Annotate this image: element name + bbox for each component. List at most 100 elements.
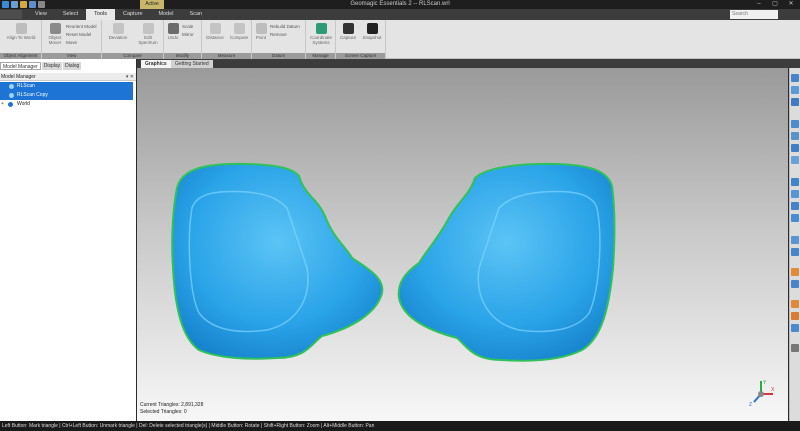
view-tool-icon[interactable] (791, 236, 799, 244)
ribbon-group-screen-capture: Capture Snapshot Screen Capture (336, 20, 386, 59)
tab-scan[interactable]: Scan (182, 9, 211, 20)
view-tool-icon[interactable] (791, 280, 799, 288)
coordinate-systems-button[interactable]: Coordinate Systems (307, 23, 335, 45)
graphics-viewport[interactable] (137, 68, 788, 421)
display-tool-icon[interactable] (791, 268, 799, 276)
scale-button[interactable]: Scale (182, 24, 193, 29)
close-button[interactable]: ✕ (786, 0, 796, 9)
align-world-icon (15, 23, 27, 34)
minimize-button[interactable]: – (754, 0, 764, 9)
scan-mesh-left[interactable] (171, 162, 384, 360)
distance-icon (209, 23, 221, 34)
rebuild-datum-button[interactable]: Rebuild Datum (270, 24, 300, 29)
tab-getting-started[interactable]: Getting Started (171, 60, 213, 68)
mesh-icon (9, 93, 14, 98)
view-tool-icon[interactable] (791, 178, 799, 186)
camera-icon (366, 23, 378, 34)
tab-view[interactable]: View (27, 9, 55, 20)
reset-model-button[interactable]: Reset Model (66, 32, 91, 37)
view-tool-icon[interactable] (791, 98, 799, 106)
mesh-icon (9, 84, 14, 89)
capture-button[interactable]: Capture (337, 23, 359, 40)
view-tool-icon[interactable] (791, 324, 799, 332)
object-mover-icon (49, 23, 61, 34)
view-tool-icon[interactable] (791, 202, 799, 210)
view-tool-icon[interactable] (791, 74, 799, 82)
document-tabs: Graphics Getting Started (137, 59, 800, 68)
distance-button[interactable]: Distance (203, 23, 227, 40)
view-tool-icon[interactable] (791, 190, 799, 198)
snapshot-button[interactable]: Snapshot (361, 23, 383, 40)
panel-header: Model Manager ▾ ✕ (0, 73, 136, 81)
tree-item-world[interactable]: + World (0, 100, 133, 109)
tab-display[interactable]: Display (41, 62, 63, 70)
compute-icon (233, 23, 245, 34)
view-tool-icon[interactable] (791, 214, 799, 222)
ribbon-group-compare: Deviation Edit Spectrum Compare (102, 20, 164, 59)
open-folder-icon[interactable] (20, 1, 27, 8)
status-bar: Left Button: Mark triangle | Ctrl+Left B… (0, 421, 800, 431)
expand-icon[interactable]: + (1, 100, 4, 109)
ribbon-group-modify: Undo Scale Mirror Modify (164, 20, 202, 59)
mirror-button[interactable]: Mirror (182, 32, 194, 37)
ribbon-group-measure: Distance Compute Measure (202, 20, 252, 59)
view-tool-icon[interactable] (791, 248, 799, 256)
new-file-icon[interactable] (11, 1, 18, 8)
undo-button[interactable]: Undo (165, 23, 181, 40)
view-tool-icon[interactable] (791, 144, 799, 152)
tab-capture[interactable]: Capture (115, 9, 151, 20)
edit-spectrum-button[interactable]: Edit Spectrum (134, 23, 162, 45)
remove-button[interactable]: Remove (270, 32, 287, 37)
align-to-world-button[interactable]: Align To World (4, 23, 38, 40)
point-icon (255, 23, 267, 34)
settings-tool-icon[interactable] (791, 344, 799, 352)
window-title: Geomagic Essentials 2 -- RLScan.wrl (350, 1, 450, 7)
save-icon[interactable] (29, 1, 36, 8)
model-manager-panel: Model Manager Display Dialog Model Manag… (0, 59, 136, 421)
view-tool-icon[interactable] (791, 86, 799, 94)
application-menu-button[interactable] (0, 10, 22, 19)
deviation-icon (112, 23, 124, 34)
point-button[interactable]: Point (253, 23, 269, 40)
coordinate-systems-icon (315, 23, 327, 34)
view-tool-icon[interactable] (791, 120, 799, 128)
panel-pin-close-icons[interactable]: ▾ ✕ (126, 73, 134, 81)
maximize-button[interactable]: ▢ (770, 0, 780, 9)
undo-icon[interactable] (38, 1, 45, 8)
scan-mesh-right[interactable] (397, 162, 616, 362)
view-tool-icon[interactable] (791, 132, 799, 140)
display-tool-icon[interactable] (791, 312, 799, 320)
tree-item-rlscan[interactable]: RLScan (0, 82, 133, 91)
monitor-icon (342, 23, 354, 34)
tab-dialog[interactable]: Dialog (63, 62, 82, 70)
menu-tabs: View Select Tools Capture Model Scan (27, 9, 210, 20)
ribbon: Align To World Object Alignment Object M… (0, 20, 800, 59)
scan-meshes (171, 162, 616, 362)
display-tool-icon[interactable] (791, 300, 799, 308)
tab-graphics[interactable]: Graphics (141, 60, 171, 68)
axis-x-label: X (771, 387, 775, 393)
selected-triangles: Selected Triangles: 0 (140, 409, 187, 415)
title-bar: Active Geomagic Essentials 2 -- RLScan.w… (0, 0, 800, 9)
app-logo-icon[interactable] (2, 1, 9, 8)
tab-tools[interactable]: Tools (86, 9, 115, 20)
triangle-stats: Current Triangles: 2,891,328 Selected Tr… (140, 402, 203, 416)
tab-select[interactable]: Select (55, 9, 86, 20)
current-triangles: Current Triangles: 2,891,328 (140, 402, 204, 408)
tree-item-rlscan-copy[interactable]: RLScan Copy (0, 91, 133, 100)
search-input[interactable]: Search (730, 10, 778, 19)
window-controls: – ▢ ✕ (754, 0, 796, 9)
menu-bar: View Select Tools Capture Model Scan Sea… (0, 9, 800, 20)
view-tool-icon[interactable] (791, 156, 799, 164)
ribbon-group-object-alignment: Align To World Object Alignment (0, 20, 42, 59)
compute-button[interactable]: Compute (227, 23, 251, 40)
ribbon-group-view: Object Mover Reorient Model Reset Model … (42, 20, 102, 59)
reorient-model-button[interactable]: Reorient Model (66, 24, 97, 29)
object-mover-button[interactable]: Object Mover (44, 23, 66, 45)
panel-tabs: Model Manager Display Dialog (0, 62, 82, 70)
tab-model[interactable]: Model (151, 9, 182, 20)
right-toolbar (789, 68, 800, 421)
move-button[interactable]: Move (66, 40, 77, 45)
deviation-button[interactable]: Deviation (104, 23, 132, 40)
tab-model-manager[interactable]: Model Manager (0, 62, 41, 70)
